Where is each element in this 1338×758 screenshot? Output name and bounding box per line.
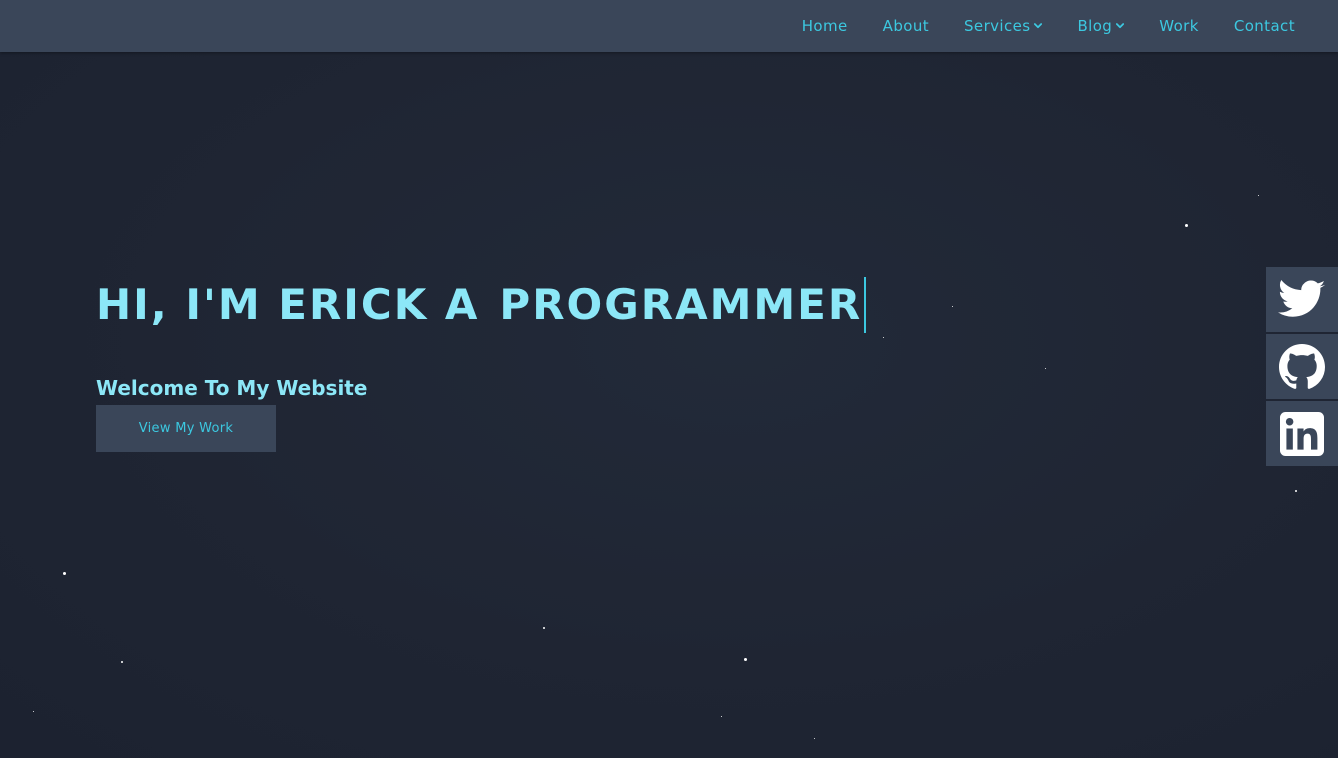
nav-link-work[interactable]: Work xyxy=(1159,17,1199,35)
nav-link-home[interactable]: Home xyxy=(802,17,848,35)
star xyxy=(952,306,953,307)
hero-subtitle: Welcome To My Website xyxy=(96,376,368,400)
star xyxy=(1185,224,1188,227)
nav-link-label: Home xyxy=(801,17,848,35)
nav-link-label: Contact xyxy=(1233,17,1295,35)
hero-title-intro: HI, I'M ERICK A xyxy=(96,280,480,329)
nav-link-label: Work xyxy=(1159,17,1199,35)
navbar: Home About Services Blog Work Contact xyxy=(0,0,1338,52)
star xyxy=(721,716,722,717)
twitter-icon xyxy=(1278,279,1326,317)
page: Home About Services Blog Work Contact HI… xyxy=(0,0,1338,758)
star xyxy=(63,572,66,575)
nav-link-label: Services xyxy=(964,17,1031,35)
github-link[interactable] xyxy=(1266,334,1338,399)
hero-title-typed-word: PROGRAMMER xyxy=(499,280,863,329)
nav-link-label: Blog xyxy=(1077,17,1113,35)
hero-title: HI, I'M ERICK A PROGRAMMER xyxy=(96,276,867,334)
star xyxy=(1295,490,1297,492)
nav-menu: Home About Services Blog Work Contact xyxy=(767,0,1295,52)
star xyxy=(1045,368,1046,369)
chevron-down-icon xyxy=(1034,23,1043,29)
chevron-down-icon xyxy=(1116,23,1125,29)
github-icon xyxy=(1279,343,1325,389)
star xyxy=(814,738,815,739)
star xyxy=(543,627,545,629)
nav-link-contact[interactable]: Contact xyxy=(1234,17,1295,35)
nav-link-about[interactable]: About xyxy=(883,17,929,35)
star xyxy=(1258,195,1259,196)
linkedin-icon xyxy=(1280,411,1324,456)
star xyxy=(744,658,747,661)
star xyxy=(121,661,123,663)
twitter-link[interactable] xyxy=(1266,267,1338,332)
star xyxy=(883,337,884,338)
typing-cursor xyxy=(864,277,867,333)
social-sidebar xyxy=(1266,267,1338,468)
view-my-work-button[interactable]: View My Work xyxy=(96,405,276,452)
nav-link-blog[interactable]: Blog xyxy=(1077,17,1125,35)
star xyxy=(33,711,34,712)
nav-link-label: About xyxy=(882,17,930,35)
nav-link-services[interactable]: Services xyxy=(964,17,1043,35)
linkedin-link[interactable] xyxy=(1266,401,1338,466)
